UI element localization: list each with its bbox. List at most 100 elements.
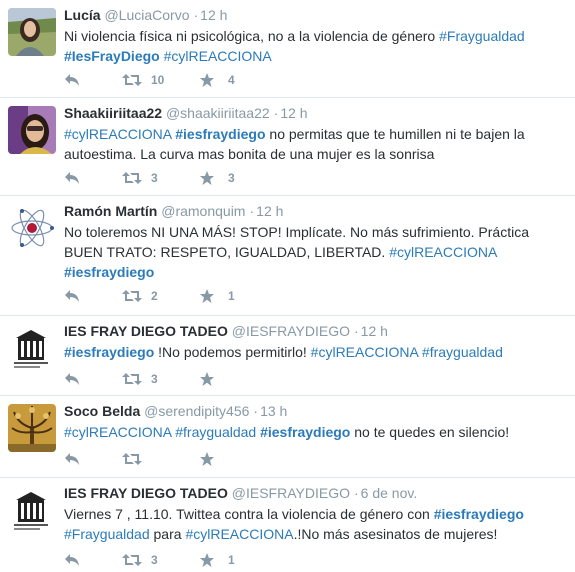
retweet-icon bbox=[122, 554, 142, 566]
avatar[interactable] bbox=[8, 204, 56, 252]
favorite-button[interactable] bbox=[200, 372, 228, 386]
tweet-text-segment: BUEN TRATO: RESPETO, IGUALDAD, LIBERTAD. bbox=[64, 244, 390, 260]
avatar[interactable] bbox=[8, 324, 56, 372]
reply-button[interactable] bbox=[64, 171, 122, 185]
reply-icon bbox=[65, 74, 79, 86]
hashtag-link[interactable]: #iesfraydiego bbox=[434, 506, 524, 522]
reply-button[interactable] bbox=[64, 289, 122, 303]
reply-icon bbox=[65, 172, 79, 184]
tweet-text-segment: no te quedes en silencio! bbox=[350, 424, 510, 440]
tweet-actions: 2 1 bbox=[64, 286, 235, 306]
reply-icon bbox=[65, 373, 79, 385]
reply-button[interactable] bbox=[64, 73, 122, 87]
reply-icon bbox=[65, 453, 79, 465]
tweet[interactable]: Shaakiiriitaa22 @shaakiiriitaa22 · 12 h #c… bbox=[0, 98, 575, 196]
retweet-icon bbox=[122, 172, 142, 184]
tweet-text-segment: .!No más asesinatos de mujeres! bbox=[293, 526, 498, 542]
tweet-fullname[interactable]: Soco Belda bbox=[64, 403, 140, 419]
tweet-username[interactable]: @serendipity456 bbox=[144, 403, 249, 419]
tweet[interactable]: IES FRAY DIEGO TADEO @IESFRAYDIEGO · 6 de … bbox=[0, 478, 575, 572]
avatar-photo bbox=[8, 404, 56, 452]
tweet-text: #cylREACCIONA #iesfraydiego no permitas … bbox=[64, 124, 567, 164]
tweet-text-segment: Viernes 7 , 11.10. Twittea contra la vio… bbox=[64, 506, 434, 522]
tweet[interactable]: Soco Belda @serendipity456 · 13 h #cylREAC… bbox=[0, 396, 575, 478]
favorite-count: 3 bbox=[228, 171, 235, 185]
tweet-fullname[interactable]: IES FRAY DIEGO TADEO bbox=[64, 485, 228, 501]
tweet-username[interactable]: @LuciaCorvo bbox=[104, 7, 189, 23]
tweet-text: Viernes 7 , 11.10. Twittea contra la vio… bbox=[64, 504, 567, 544]
hashtag-link[interactable]: #fraygualdad bbox=[422, 344, 503, 360]
retweet-button[interactable] bbox=[122, 452, 200, 466]
favorite-count: 1 bbox=[228, 289, 235, 303]
hashtag-link[interactable]: #Fraygualdad bbox=[64, 526, 150, 542]
hashtag-link[interactable]: #cylREACCIONA bbox=[389, 244, 497, 260]
tweet-timestamp[interactable]: 12 h bbox=[361, 323, 388, 339]
hashtag-link[interactable]: #iesfraydiego bbox=[260, 424, 350, 440]
retweet-count: 3 bbox=[151, 372, 158, 386]
tweet-timestamp[interactable]: 12 h bbox=[256, 203, 283, 219]
retweet-icon bbox=[122, 373, 142, 385]
tweet[interactable]: Ramón Martín @ramonquim · 12 h No toleremo… bbox=[0, 196, 575, 316]
tweet-text-segment: para bbox=[149, 526, 186, 542]
tweet-text-segment: !No podemos permitirlo! bbox=[154, 344, 311, 360]
retweet-button[interactable]: 3 bbox=[122, 372, 200, 386]
tweet-fullname[interactable]: Ramón Martín bbox=[64, 203, 157, 219]
retweet-count: 2 bbox=[151, 289, 158, 303]
retweet-button[interactable]: 10 bbox=[122, 73, 200, 87]
tweet-actions: 3 bbox=[64, 369, 228, 389]
star-icon bbox=[200, 73, 214, 87]
favorite-button[interactable]: 1 bbox=[200, 289, 235, 303]
hashtag-link[interactable]: #iesfraydiego bbox=[64, 264, 154, 280]
tweet-actions bbox=[64, 449, 228, 469]
tweet-timestamp[interactable]: 12 h bbox=[280, 105, 307, 121]
retweet-button[interactable]: 3 bbox=[122, 553, 200, 567]
tweet-actions: 3 3 bbox=[64, 168, 235, 188]
tweet-fullname[interactable]: IES FRAY DIEGO TADEO bbox=[64, 323, 228, 339]
favorite-button[interactable] bbox=[200, 452, 228, 466]
retweet-button[interactable]: 2 bbox=[122, 289, 200, 303]
hashtag-link[interactable]: #iesfraydiego bbox=[175, 126, 265, 142]
retweet-count: 10 bbox=[151, 73, 165, 87]
hashtag-link[interactable]: #IesFrayDiego bbox=[64, 48, 160, 64]
tweet[interactable]: Lucía @LuciaCorvo · 12 h Ni violencia físi… bbox=[0, 0, 575, 98]
tweet-timestamp[interactable]: 13 h bbox=[260, 403, 287, 419]
avatar[interactable] bbox=[8, 8, 56, 56]
avatar[interactable] bbox=[8, 106, 56, 154]
tweet-text-segment: autoestima. La curva mas bonita de una m… bbox=[64, 146, 435, 162]
tweet-text: No toleremos NI UNA MÁS! STOP! Implícate… bbox=[64, 222, 567, 282]
tweet-fullname[interactable]: Lucía bbox=[64, 7, 101, 23]
avatar[interactable] bbox=[8, 486, 56, 534]
favorite-button[interactable]: 3 bbox=[200, 171, 235, 185]
hashtag-link[interactable]: #fraygualdad bbox=[175, 424, 256, 440]
tweet-username[interactable]: @IESFRAYDIEGO bbox=[232, 485, 350, 501]
tweet-timestamp[interactable]: 12 h bbox=[200, 7, 227, 23]
tweet-username[interactable]: @ramonquim bbox=[161, 203, 245, 219]
favorite-button[interactable]: 4 bbox=[200, 73, 235, 87]
avatar-photo bbox=[8, 8, 56, 56]
favorite-button[interactable]: 1 bbox=[200, 553, 235, 567]
tweet-timestamp[interactable]: 6 de nov. bbox=[361, 485, 418, 501]
hashtag-link[interactable]: #cylREACCIONA bbox=[64, 126, 171, 142]
retweet-button[interactable]: 3 bbox=[122, 171, 200, 185]
tweet-text: #iesfraydiego !No podemos permitirlo! #c… bbox=[64, 342, 567, 362]
hashtag-link[interactable]: #iesfraydiego bbox=[64, 344, 154, 360]
reply-button[interactable] bbox=[64, 372, 122, 386]
tweet[interactable]: IES FRAY DIEGO TADEO @IESFRAYDIEGO · 12 h … bbox=[0, 316, 575, 396]
hashtag-link[interactable]: #Fraygualdad bbox=[439, 28, 525, 44]
hashtag-link[interactable]: #cylREACCIONA bbox=[164, 48, 272, 64]
hashtag-link[interactable]: #cylREACCIONA bbox=[64, 424, 171, 440]
retweet-icon bbox=[122, 74, 142, 86]
star-icon bbox=[200, 553, 214, 567]
reply-button[interactable] bbox=[64, 452, 122, 466]
star-icon bbox=[200, 289, 214, 303]
tweet-username[interactable]: @shaakiiriitaa22 bbox=[166, 105, 270, 121]
avatar[interactable] bbox=[8, 404, 56, 452]
tweet-text-segment: No toleremos NI UNA MÁS! STOP! Implícate… bbox=[64, 224, 529, 240]
avatar-photo bbox=[8, 204, 56, 252]
tweet-username[interactable]: @IESFRAYDIEGO bbox=[232, 323, 350, 339]
tweet-fullname[interactable]: Shaakiiriitaa22 bbox=[64, 105, 162, 121]
hashtag-link[interactable]: #cylREACCIONA bbox=[185, 526, 293, 542]
reply-button[interactable] bbox=[64, 553, 122, 567]
hashtag-link[interactable]: #cylREACCIONA bbox=[311, 344, 418, 360]
tweet-text: Ni violencia física ni psicológica, no a… bbox=[64, 26, 567, 66]
